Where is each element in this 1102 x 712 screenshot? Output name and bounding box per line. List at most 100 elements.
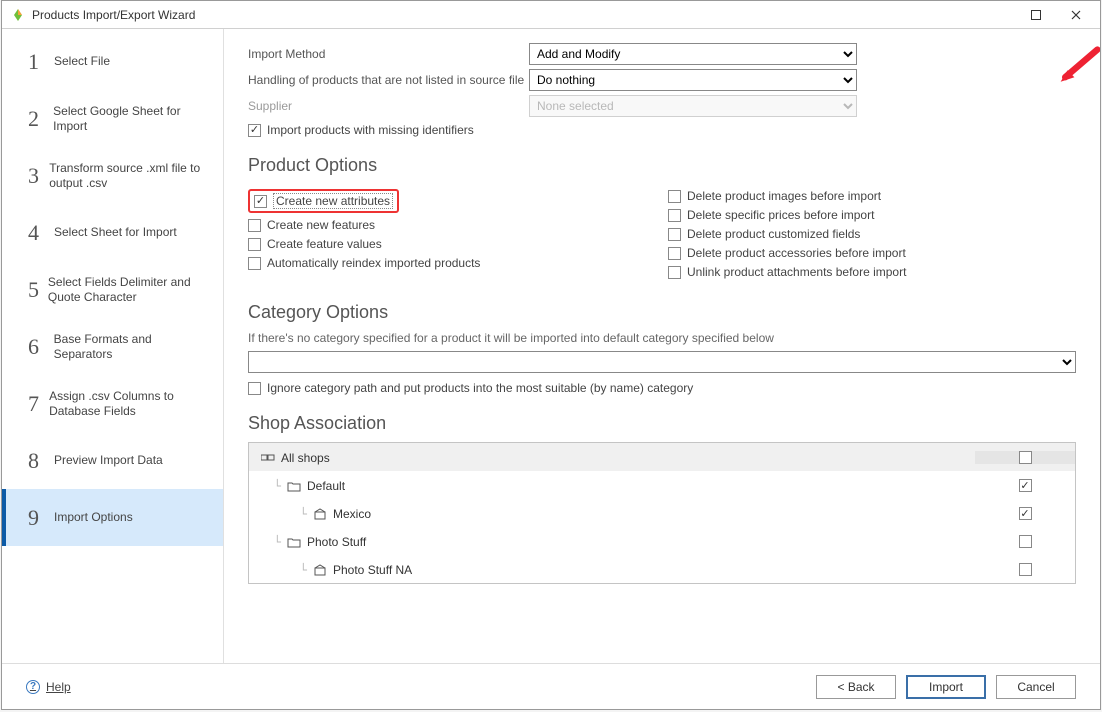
import-method-label: Import Method xyxy=(248,47,529,61)
step-number: 5 xyxy=(28,277,42,303)
folder-icon xyxy=(287,480,301,492)
highlighted-option: Create new attributes xyxy=(248,189,399,213)
step-label: Preview Import Data xyxy=(54,453,163,468)
wizard-step-1[interactable]: 1 Select File xyxy=(2,33,223,90)
shop-checkbox[interactable] xyxy=(1019,507,1032,520)
option-checkbox[interactable] xyxy=(248,219,261,232)
category-options-hint: If there's no category specified for a p… xyxy=(248,331,1076,345)
option-label: Create feature values xyxy=(267,237,382,251)
shop-association-table: All shops└Default └Mexico└Photo Stuff └P… xyxy=(248,442,1076,584)
store-icon xyxy=(313,508,327,520)
step-label: Select Fields Delimiter and Quote Charac… xyxy=(48,275,211,305)
wizard-steps: 1 Select File 2Select Google Sheet for Imp… xyxy=(2,29,224,663)
option-label: Unlink product attachments before import xyxy=(687,265,906,279)
option-label: Automatically reindex imported products xyxy=(267,256,480,270)
shop-row[interactable]: └ Default xyxy=(249,471,1075,499)
step-number: 8 xyxy=(28,448,48,474)
step-number: 9 xyxy=(28,505,48,531)
shop-association-title: Shop Association xyxy=(248,413,1076,434)
shop-label: Mexico xyxy=(333,507,371,521)
supplier-label: Supplier xyxy=(248,99,529,113)
tree-line: └ xyxy=(255,479,281,493)
shop-checkbox[interactable] xyxy=(1019,563,1032,576)
option-checkbox[interactable] xyxy=(668,209,681,222)
shop-cell-check xyxy=(975,479,1075,492)
option-checkbox[interactable] xyxy=(668,228,681,241)
import-button[interactable]: Import xyxy=(906,675,986,699)
step-label: Select File xyxy=(54,54,110,69)
option-label: Delete product customized fields xyxy=(687,227,860,241)
option-checkbox[interactable] xyxy=(248,257,261,270)
shop-cell-name: └Photo Stuff NA xyxy=(249,563,975,577)
cancel-button[interactable]: Cancel xyxy=(996,675,1076,699)
shop-cell-check xyxy=(975,535,1075,548)
option-checkbox[interactable] xyxy=(248,238,261,251)
step-number: 1 xyxy=(28,49,48,75)
missing-identifiers-checkbox[interactable] xyxy=(248,124,261,137)
step-number: 4 xyxy=(28,220,48,246)
wizard-step-5[interactable]: 5Select Fields Delimiter and Quote Chara… xyxy=(2,261,223,318)
shop-checkbox[interactable] xyxy=(1019,479,1032,492)
tree-line: └ xyxy=(255,563,307,577)
shop-cell-check xyxy=(975,451,1075,464)
option-checkbox[interactable] xyxy=(668,266,681,279)
handling-select[interactable]: Do nothing xyxy=(529,69,857,91)
wizard-step-2[interactable]: 2Select Google Sheet for Import xyxy=(2,90,223,147)
tree-line: └ xyxy=(255,507,307,521)
window-title: Products Import/Export Wizard xyxy=(32,8,195,22)
ignore-category-path-label: Ignore category path and put products in… xyxy=(267,381,693,395)
default-category-select[interactable] xyxy=(248,351,1076,373)
option-label: Delete specific prices before import xyxy=(687,208,874,222)
shop-label: All shops xyxy=(281,451,330,465)
shop-cell-check xyxy=(975,563,1075,576)
step-label: Transform source .xml file to output .cs… xyxy=(49,161,211,191)
ignore-category-path-checkbox[interactable] xyxy=(248,382,261,395)
wizard-step-4[interactable]: 4 Select Sheet for Import xyxy=(2,204,223,261)
shop-cell-name: └ Photo Stuff xyxy=(249,535,975,549)
import-method-select[interactable]: Add and Modify xyxy=(529,43,857,65)
shop-cell-name: └ Mexico xyxy=(249,507,975,521)
shops-icon xyxy=(261,452,275,464)
back-button[interactable]: < Back xyxy=(816,675,896,699)
tree-line: └ xyxy=(255,535,281,549)
help-icon: ? xyxy=(26,680,40,694)
option-label: Delete product images before import xyxy=(687,189,881,203)
shop-row[interactable]: All shops xyxy=(249,443,1075,471)
step-label: Import Options xyxy=(54,510,133,525)
wizard-step-3[interactable]: 3Transform source .xml file to output .c… xyxy=(2,147,223,204)
option-label: Create new attributes xyxy=(273,193,393,209)
shop-cell-name: All shops xyxy=(249,451,975,465)
step-number: 6 xyxy=(28,334,48,360)
option-checkbox[interactable] xyxy=(668,247,681,260)
shop-row[interactable]: └ Photo Stuff xyxy=(249,527,1075,555)
supplier-select: None selected xyxy=(529,95,857,117)
wizard-step-7[interactable]: 7Assign .csv Columns to Database Fields xyxy=(2,375,223,432)
main-panel: Import Method Add and Modify Handling of… xyxy=(224,29,1100,663)
step-number: 7 xyxy=(28,391,43,417)
shop-label: Default xyxy=(307,479,345,493)
step-number: 2 xyxy=(28,106,47,132)
step-label: Select Sheet for Import xyxy=(54,225,177,240)
maximize-button[interactable] xyxy=(1016,2,1056,28)
handling-label: Handling of products that are not listed… xyxy=(248,73,529,87)
shop-checkbox[interactable] xyxy=(1019,535,1032,548)
wizard-step-6[interactable]: 6Base Formats and Separators xyxy=(2,318,223,375)
option-label: Create new features xyxy=(267,218,375,232)
option-checkbox[interactable] xyxy=(254,195,267,208)
shop-checkbox[interactable] xyxy=(1019,451,1032,464)
wizard-window: Products Import/Export Wizard 1 Select Fi… xyxy=(1,0,1101,710)
help-label: Help xyxy=(46,680,71,694)
close-button[interactable] xyxy=(1056,2,1096,28)
shop-row[interactable]: └ Mexico xyxy=(249,499,1075,527)
help-link[interactable]: ? Help xyxy=(26,680,71,694)
shop-label: Photo Stuff xyxy=(307,535,366,549)
shop-cell-name: └ Default xyxy=(249,479,975,493)
titlebar: Products Import/Export Wizard xyxy=(2,1,1100,29)
step-label: Base Formats and Separators xyxy=(54,332,211,362)
wizard-step-8[interactable]: 8 Preview Import Data xyxy=(2,432,223,489)
step-label: Select Google Sheet for Import xyxy=(53,104,211,134)
wizard-step-9[interactable]: 9 Import Options xyxy=(2,489,223,546)
option-checkbox[interactable] xyxy=(668,190,681,203)
shop-row[interactable]: └Photo Stuff NA xyxy=(249,555,1075,583)
product-options-title: Product Options xyxy=(248,155,1076,176)
